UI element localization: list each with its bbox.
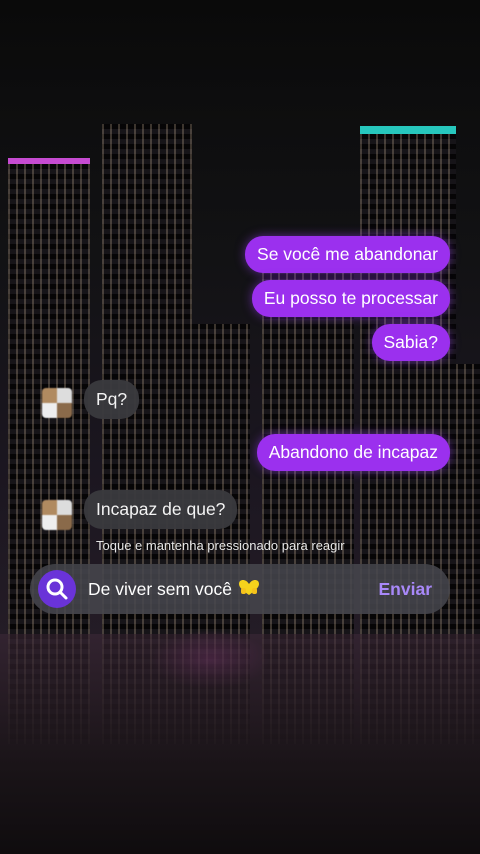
message-in-bubble[interactable]: Incapaz de que? (84, 490, 238, 529)
send-button[interactable]: Enviar (379, 579, 433, 600)
reaction-hint: Toque e mantenha pressionado para reagir (96, 538, 345, 553)
message-input[interactable]: De viver sem você (88, 579, 260, 602)
message-out-bubble[interactable]: Eu posso te processar (251, 280, 450, 317)
message-in-bubble[interactable]: Pq? (84, 380, 140, 419)
message-out-bubble[interactable]: Abandono de incapaz (256, 434, 450, 471)
yellow-heart-hands-emoji (238, 579, 260, 602)
message-out-bubble[interactable]: Sabia? (371, 324, 450, 361)
street-ground (0, 634, 480, 854)
message-out-bubble[interactable]: Se você me abandonar (245, 236, 450, 273)
search-icon (46, 578, 68, 600)
message-composer[interactable]: De viver sem você Enviar (30, 564, 450, 614)
city-night-background (0, 0, 480, 854)
contact-avatar (42, 388, 72, 418)
contact-avatar (42, 500, 72, 530)
message-input-text: De viver sem você (88, 579, 232, 599)
search-button[interactable] (38, 570, 76, 608)
